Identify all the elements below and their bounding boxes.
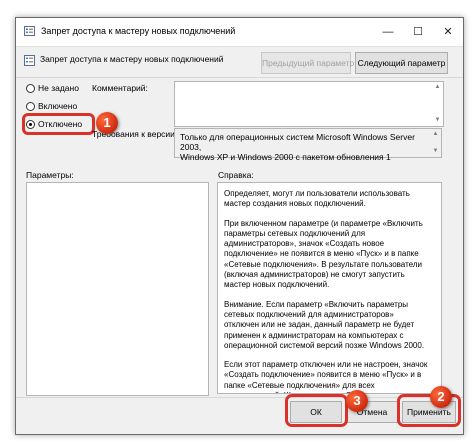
policy-settings-icon: [24, 26, 35, 36]
comment-textarea[interactable]: ▲ ▼: [174, 81, 444, 127]
help-label: Справка:: [218, 170, 254, 180]
divider: [16, 397, 463, 398]
scroll-down-arrow-icon[interactable]: ▼: [432, 148, 439, 155]
window-title: Запрет доступа к мастеру новых подключен…: [41, 26, 236, 36]
next-setting-button[interactable]: Следующий параметр: [355, 52, 448, 74]
scroll-down-arrow-icon[interactable]: ▼: [434, 117, 441, 124]
close-button[interactable]: ✕: [433, 18, 463, 46]
annotation-highlight-ok: [285, 394, 348, 427]
comment-label: Комментарий:: [92, 83, 148, 93]
radio-not-configured[interactable]: Не задано: [26, 83, 79, 97]
help-panel[interactable]: Определяет, могут ли пользователи исполь…: [217, 182, 442, 394]
title-bar: Запрет доступа к мастеру новых подключен…: [16, 18, 463, 47]
help-paragraph: При включенном параметре (и параметре «В…: [224, 218, 423, 290]
policy-dialog: Запрет доступа к мастеру новых подключен…: [15, 17, 464, 435]
requirements-line: Windows XP и Windows 2000 с пакетом обно…: [180, 152, 391, 162]
scroll-up-arrow-icon[interactable]: ▲: [434, 84, 441, 91]
step-badge-1: 1: [96, 112, 118, 134]
maximize-button[interactable]: ☐: [403, 18, 433, 46]
parameters-label: Параметры:: [26, 170, 74, 180]
previous-setting-button[interactable]: Предыдущий параметр: [261, 52, 354, 74]
radio-label: Включено: [38, 101, 78, 111]
radio-circle[interactable]: [26, 102, 35, 111]
radio-circle[interactable]: [26, 84, 35, 93]
parameters-panel: [26, 182, 209, 396]
help-paragraph: Определяет, могут ли пользователи исполь…: [224, 189, 410, 209]
scroll-up-arrow-icon[interactable]: ▲: [432, 131, 439, 138]
minimize-button[interactable]: —: [373, 18, 403, 46]
help-paragraph: Если этот параметр отключен или не настр…: [224, 360, 428, 393]
step-badge-2: 2: [430, 386, 452, 408]
policy-name: Запрет доступа к мастеру новых подключен…: [40, 54, 224, 64]
step-badge-3: 3: [346, 390, 368, 412]
policy-icon: [24, 55, 35, 66]
help-paragraph: Внимание. Если параметр «Включить параме…: [224, 299, 425, 350]
requirements-box: Только для операционных систем Microsoft…: [174, 128, 442, 162]
requirements-line: Только для операционных систем Microsoft…: [180, 132, 415, 152]
annotation-highlight-disabled: [22, 113, 95, 135]
divider: [16, 77, 463, 78]
help-scrollbar[interactable]: [446, 183, 455, 393]
radio-label: Не задано: [38, 83, 79, 93]
